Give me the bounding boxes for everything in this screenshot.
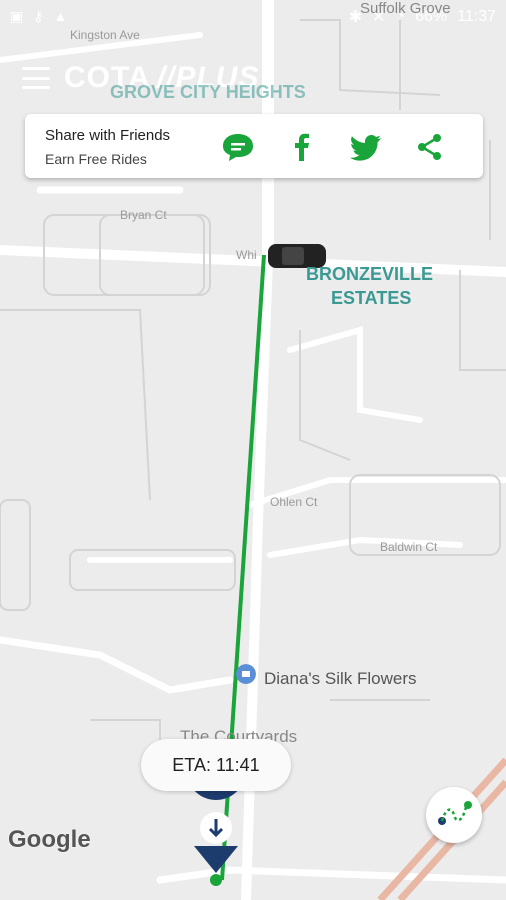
share-card: Share with Friends Earn Free Rides bbox=[25, 114, 483, 178]
share-subtitle: Earn Free Rides bbox=[45, 151, 147, 167]
clock: 11:37 bbox=[457, 8, 496, 25]
street-whi: Whi bbox=[236, 248, 257, 262]
share-title: Share with Friends bbox=[45, 127, 171, 144]
route-icon bbox=[438, 801, 472, 825]
twitter-icon[interactable] bbox=[349, 130, 383, 164]
map-label-suffolk: Suffolk Grove bbox=[360, 0, 451, 17]
key-icon: ⚷ bbox=[33, 8, 44, 24]
menu-icon[interactable] bbox=[22, 67, 50, 89]
street-baldwin: Baldwin Ct bbox=[380, 540, 438, 554]
street-kingston: Kingston Ave bbox=[70, 28, 140, 42]
eta-badge: ETA: 11:41 bbox=[141, 739, 291, 791]
street-ohlen: Ohlen Ct bbox=[270, 495, 318, 509]
image-icon: ▣ bbox=[10, 8, 24, 24]
neighborhood-label-grove: GROVE CITY HEIGHTS bbox=[110, 82, 306, 102]
google-logo: Google bbox=[8, 826, 91, 853]
neighborhood-label-bronzeville: BRONZEVILLE bbox=[306, 264, 434, 284]
chat-icon[interactable] bbox=[221, 130, 255, 164]
status-left-icons: ▣ ⚷ ▲ bbox=[10, 8, 67, 25]
share-icon[interactable] bbox=[413, 130, 447, 164]
street-bryan: Bryan Ct bbox=[120, 208, 167, 222]
route-overview-button[interactable] bbox=[426, 787, 482, 843]
neighborhood-label-estates: ESTATES bbox=[331, 288, 412, 308]
poi-pin-icon[interactable] bbox=[236, 664, 256, 684]
chart-icon: ▲ bbox=[53, 8, 68, 24]
facebook-icon[interactable] bbox=[285, 130, 319, 164]
poi-label[interactable]: Diana's Silk Flowers bbox=[264, 669, 417, 689]
